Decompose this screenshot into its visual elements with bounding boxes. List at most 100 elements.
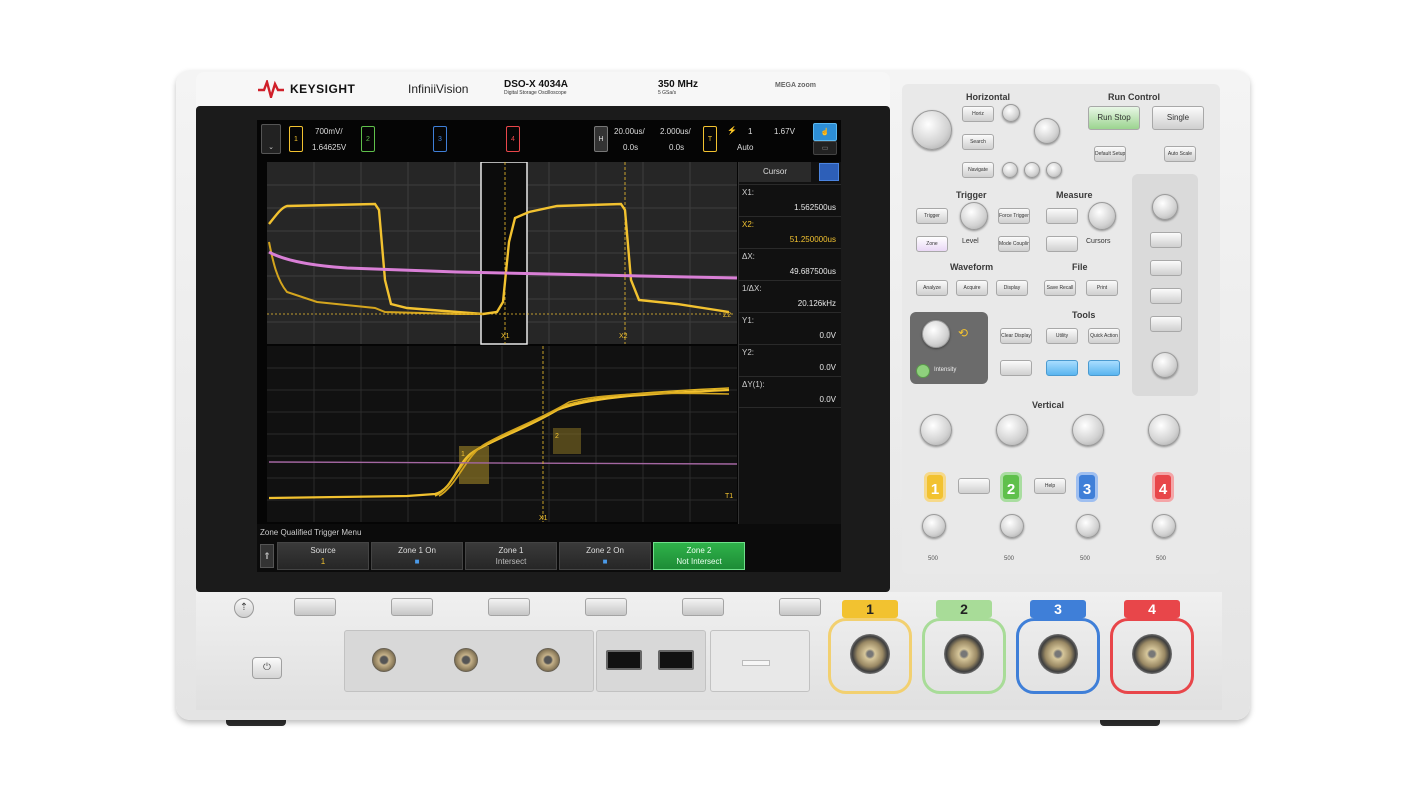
print-button[interactable]: Print <box>1086 280 1118 296</box>
ch1-badge[interactable]: 1 <box>289 126 303 152</box>
utility-button[interactable]: Utility <box>1046 328 1078 344</box>
menu-toggle-button[interactable]: ⌄ <box>261 124 281 154</box>
math-position-knob[interactable] <box>1152 352 1178 378</box>
ch4-scale-knob[interactable] <box>1148 414 1180 446</box>
analyze-button[interactable]: Analyze <box>916 280 948 296</box>
ch2-port-tab: 2 <box>936 600 992 618</box>
help-button[interactable]: Help <box>1034 478 1066 494</box>
acquire-button[interactable]: Acquire <box>956 280 988 296</box>
nav-back-button[interactable] <box>1002 162 1018 178</box>
zoom-window[interactable] <box>480 162 528 345</box>
ch2-badge[interactable]: 2 <box>361 126 375 152</box>
cursors-button[interactable] <box>1046 236 1078 252</box>
x1-marker[interactable]: X1 <box>501 333 510 340</box>
cursors-knob[interactable] <box>1088 202 1116 230</box>
aux-bnc-1[interactable] <box>372 648 396 672</box>
digital-button[interactable] <box>1088 360 1120 376</box>
search-button[interactable]: Search <box>962 134 994 150</box>
horizontal-badge[interactable]: H <box>594 126 608 152</box>
menu-home-button[interactable]: ⇡ <box>234 598 254 618</box>
ch1-bnc[interactable] <box>850 634 890 674</box>
softkey-zone2-on[interactable]: Zone 2 On ■ <box>559 542 651 570</box>
math-button[interactable] <box>1150 232 1182 248</box>
ch3-button[interactable]: 3 <box>1076 472 1098 502</box>
softkey-4-button[interactable] <box>585 598 627 616</box>
ch1-scale: 700mV/ <box>315 127 343 136</box>
clear-display-button[interactable]: Clear Display <box>1000 328 1032 344</box>
tools-extra-button[interactable] <box>1000 360 1032 376</box>
horiz-button[interactable]: Horiz <box>962 106 994 122</box>
ch2-scale-knob[interactable] <box>996 414 1028 446</box>
x2-marker[interactable]: X2 <box>619 333 628 340</box>
intensity-button[interactable] <box>916 364 930 378</box>
single-button[interactable]: Single <box>1152 106 1204 130</box>
auto-scale-button[interactable]: Auto Scale <box>1164 146 1196 162</box>
softkey-zone1-on[interactable]: Zone 1 On ■ <box>371 542 463 570</box>
softkey-zone2-mode[interactable]: Zone 2 Not Intersect <box>653 542 745 570</box>
zone-2-box[interactable] <box>553 428 581 454</box>
math-scale-knob[interactable] <box>1152 194 1178 220</box>
series-name: InfiniiVision <box>408 82 469 96</box>
softkey-5-button[interactable] <box>682 598 724 616</box>
screenshot-icon[interactable]: ▭ <box>813 141 837 155</box>
display-button[interactable]: Display <box>996 280 1028 296</box>
usb-port-1[interactable] <box>606 650 642 670</box>
digital-menu-button[interactable] <box>1150 288 1182 304</box>
zone-2-label: 2 <box>555 433 559 440</box>
softkey-2-button[interactable] <box>391 598 433 616</box>
usb-port-2[interactable] <box>658 650 694 670</box>
ch3-bnc[interactable] <box>1038 634 1078 674</box>
mode-coupling-button[interactable]: Mode Coupling <box>998 236 1030 252</box>
cursor-panel-grid-icon[interactable] <box>819 163 839 181</box>
wavegen-button[interactable] <box>1046 360 1078 376</box>
ch2-button[interactable]: 2 <box>1000 472 1022 502</box>
cursor-row-y1: Y1: 0.0V <box>739 312 841 344</box>
touch-icon[interactable]: ☝ <box>813 123 837 141</box>
ch4-position-knob[interactable] <box>1152 514 1176 538</box>
menu-back-icon[interactable]: ⇑ <box>260 544 274 568</box>
softkey-1-button[interactable] <box>294 598 336 616</box>
trigger-level-knob[interactable] <box>960 202 988 230</box>
file-section-label: File <box>1072 262 1088 272</box>
ref-button[interactable] <box>1150 260 1182 276</box>
softkey-3-button[interactable] <box>488 598 530 616</box>
nav-stop-button[interactable] <box>1024 162 1040 178</box>
ch2-bnc[interactable] <box>944 634 984 674</box>
run-stop-button[interactable]: Run Stop <box>1088 106 1140 130</box>
power-button[interactable]: ⏻ <box>252 657 282 679</box>
label-button[interactable] <box>958 478 990 494</box>
serial-button[interactable] <box>1150 316 1182 332</box>
ch1-position-knob[interactable] <box>922 514 946 538</box>
ch4-badge[interactable]: 4 <box>506 126 520 152</box>
softkey-zone1-mode[interactable]: Zone 1 Intersect <box>465 542 557 570</box>
nav-forward-button[interactable] <box>1046 162 1062 178</box>
force-trigger-button[interactable]: Force Trigger <box>998 208 1030 224</box>
zone-button[interactable]: Zone <box>916 236 948 252</box>
time-scale-main: 20.00us/ <box>614 127 645 136</box>
measure-button[interactable] <box>1046 208 1078 224</box>
save-recall-button[interactable]: Save Recall <box>1044 280 1076 296</box>
ch3-position-knob[interactable] <box>1076 514 1100 538</box>
quick-action-button[interactable]: Quick Action <box>1088 328 1120 344</box>
ch1-scale-knob[interactable] <box>920 414 952 446</box>
navigate-button[interactable]: Navigate <box>962 162 994 178</box>
softkey-source[interactable]: Source 1 <box>277 542 369 570</box>
ch3-badge[interactable]: 3 <box>433 126 447 152</box>
entry-knob[interactable] <box>922 320 950 348</box>
default-setup-button[interactable]: Default Setup <box>1094 146 1126 162</box>
trigger-button[interactable]: Trigger <box>916 208 948 224</box>
ch4-bnc[interactable] <box>1132 634 1172 674</box>
zoom-button[interactable] <box>1002 104 1020 122</box>
ch1-button[interactable]: 1 <box>924 472 946 502</box>
ch2-dial-num: 500 <box>1004 556 1015 562</box>
aux-bnc-3[interactable] <box>536 648 560 672</box>
ch4-button[interactable]: 4 <box>1152 472 1174 502</box>
cursor-panel-title[interactable]: Cursor <box>739 162 811 182</box>
ch2-position-knob[interactable] <box>1000 514 1024 538</box>
aux-bnc-2[interactable] <box>454 648 478 672</box>
horizontal-position-knob[interactable] <box>1034 118 1060 144</box>
trigger-badge[interactable]: T <box>703 126 717 152</box>
ch3-scale-knob[interactable] <box>1072 414 1104 446</box>
softkey-6-button[interactable] <box>779 598 821 616</box>
horizontal-scale-knob[interactable] <box>912 110 952 150</box>
